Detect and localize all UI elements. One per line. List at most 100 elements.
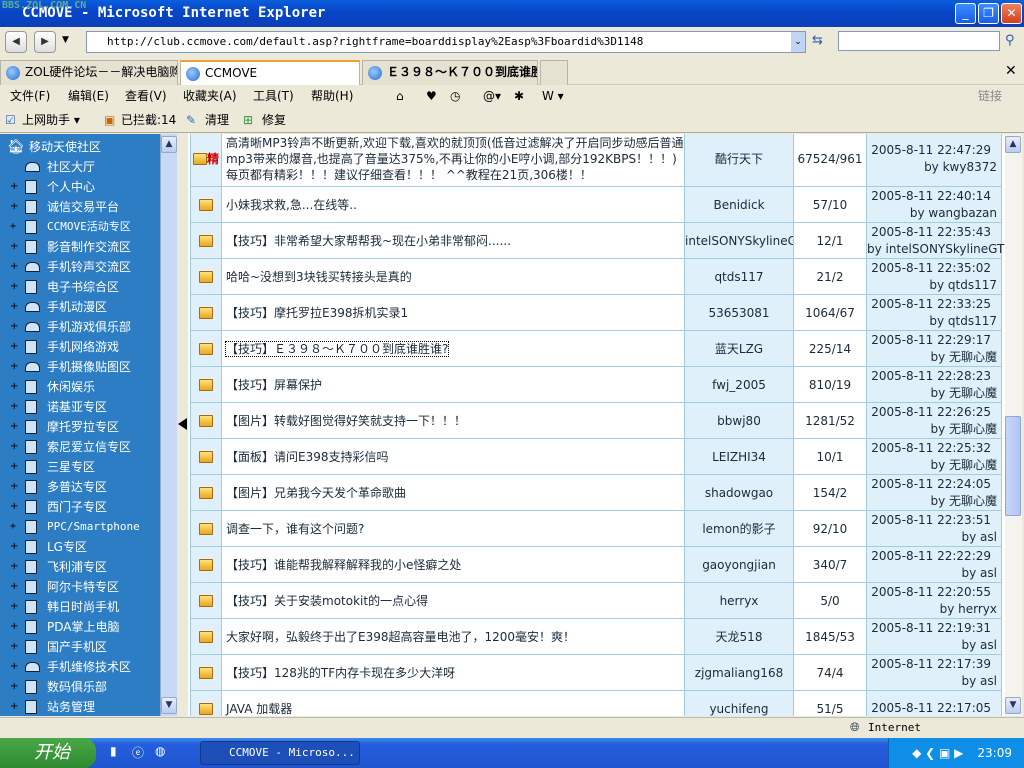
expand-icon[interactable]: +	[10, 357, 18, 377]
last-post-by[interactable]: by 无聊心魔	[867, 385, 997, 402]
topic-author[interactable]: Benidick	[713, 198, 764, 212]
last-post-by[interactable]: by 无聊心魔	[867, 457, 997, 474]
home-icon[interactable]: ⌂	[396, 86, 404, 106]
history-dropdown-icon[interactable]: ▼	[62, 35, 69, 45]
network-icon[interactable]: ◍	[155, 744, 165, 758]
topic-title-link[interactable]: 【技巧】Ｅ３９８～Ｋ７００到底谁胜谁?	[224, 340, 450, 357]
expand-icon[interactable]: +	[10, 657, 18, 677]
scroll-up-icon[interactable]: ▲	[1005, 136, 1021, 153]
expand-icon[interactable]: +	[10, 437, 18, 457]
expand-icon[interactable]: +	[10, 617, 18, 637]
last-post-by[interactable]: by 无聊心魔	[867, 493, 997, 510]
tab-ccmove[interactable]: CCMOVE	[180, 60, 360, 85]
topic-title-link[interactable]: 【技巧】谁能帮我解释解释我的小e怪癖之处	[226, 558, 461, 572]
topic-title-link[interactable]: 【面板】请问E398支持彩信吗	[226, 450, 389, 464]
minimize-button[interactable]: _	[955, 3, 976, 24]
scroll-down-icon[interactable]: ▼	[1005, 697, 1021, 714]
close-tab-icon[interactable]: ✕	[1005, 63, 1017, 79]
last-post-by[interactable]: by wangbazan	[867, 205, 997, 222]
expand-icon[interactable]: +	[10, 697, 18, 716]
expand-icon[interactable]: +	[10, 457, 18, 477]
blocked-count[interactable]: 已拦截:14	[121, 108, 176, 132]
expand-icon[interactable]: +	[10, 217, 18, 237]
expand-icon[interactable]: +	[10, 317, 18, 337]
expand-icon[interactable]: +	[10, 577, 18, 597]
topic-title-link[interactable]: 【图片】兄弟我今天发个革命歌曲	[226, 486, 406, 500]
expand-icon[interactable]: +	[10, 557, 18, 577]
tab-e398[interactable]: Ｅ３９８～Ｋ７００到底谁胜	[362, 60, 538, 85]
expand-icon[interactable]: +	[10, 677, 18, 697]
start-button[interactable]: 开始	[0, 738, 96, 768]
topic-author[interactable]: gaoyongjian	[702, 558, 776, 572]
mail-icon[interactable]: @▾	[483, 86, 501, 106]
search-input[interactable]	[838, 31, 1000, 51]
address-dropdown-icon[interactable]: ⌄	[791, 32, 805, 52]
ie-quicklaunch-icon[interactable]: ⓔ	[132, 744, 144, 761]
bug-icon[interactable]: ✱	[514, 86, 524, 106]
topic-author[interactable]: 53653081	[708, 306, 769, 320]
topic-author[interactable]: herryx	[720, 594, 759, 608]
desktop-icon[interactable]: ▮	[110, 744, 117, 758]
topic-title-link[interactable]: 高清晰MP3铃声不断更新,欢迎下载,喜欢的就顶顶(低音过滤解决了开启同步动感后普…	[226, 136, 684, 182]
expand-icon[interactable]: +	[10, 597, 18, 617]
sidebar-scrollbar[interactable]: ▲ ▼	[160, 134, 177, 716]
scroll-down-icon[interactable]: ▼	[161, 697, 177, 714]
scroll-thumb[interactable]	[1005, 416, 1021, 516]
topic-author[interactable]: shadowgao	[705, 486, 773, 500]
taskbar-item-ccmove[interactable]: CCMOVE - Microso...	[200, 741, 360, 765]
address-input[interactable]: http://club.ccmove.com/default.asp?right…	[86, 31, 806, 53]
topic-title-link[interactable]: JAVA 加载器	[226, 702, 292, 716]
topic-title-link[interactable]: 【技巧】屏幕保护	[226, 378, 322, 392]
expand-icon[interactable]: +	[10, 257, 18, 277]
last-post-by[interactable]: by asl	[867, 673, 997, 690]
expand-icon[interactable]: +	[10, 237, 18, 257]
last-post-by[interactable]: by asl	[867, 565, 997, 582]
topic-author[interactable]: bbwj80	[717, 414, 761, 428]
topic-author[interactable]: 天龙518	[716, 630, 763, 644]
history-icon[interactable]: ◷	[450, 86, 460, 106]
last-post-by[interactable]: by qtds117	[867, 277, 997, 294]
collapse-arrow-icon[interactable]	[178, 418, 187, 430]
last-post-by[interactable]: by qtds117	[867, 313, 997, 330]
scroll-up-icon[interactable]: ▲	[161, 136, 177, 153]
expand-icon[interactable]: +	[10, 277, 18, 297]
topic-title-link[interactable]: 【图片】转载好图觉得好笑就支持一下！！！	[226, 414, 466, 428]
expand-icon[interactable]: +	[10, 397, 18, 417]
favorites-icon[interactable]: ♥	[426, 86, 437, 106]
search-icon[interactable]: ⚲	[1005, 33, 1015, 48]
menu-file[interactable]: 文件(F)	[10, 86, 50, 106]
expand-icon[interactable]: +	[10, 377, 18, 397]
expand-icon[interactable]: +	[10, 537, 18, 557]
expand-icon[interactable]: +	[10, 517, 18, 537]
close-button[interactable]: ✕	[1001, 3, 1022, 24]
topic-title-link[interactable]: 大家好啊，弘毅终于出了E398超高容量电池了，1200毫安！爽！	[226, 630, 575, 644]
forward-button[interactable]: ▶	[34, 31, 56, 53]
last-post-by[interactable]: by intelSONYSkylineGT	[867, 241, 1004, 258]
last-post-by[interactable]: by herryx	[867, 601, 997, 618]
menu-edit[interactable]: 编辑(E)	[68, 86, 109, 106]
topic-title-link[interactable]: 【技巧】非常希望大家帮帮我~现在小弟非常郁闷......	[226, 234, 511, 248]
links-label[interactable]: 链接	[978, 86, 1002, 106]
topic-title-link[interactable]: 【技巧】关于安装motokit的一点心得	[226, 594, 428, 608]
topic-author[interactable]: 蓝天LZG	[715, 342, 763, 356]
topic-author[interactable]: fwj_2005	[712, 378, 766, 392]
last-post-by[interactable]: by 无聊心魔	[867, 421, 997, 438]
tab-zol[interactable]: ZOL硬件论坛－－解决电脑购	[0, 60, 178, 85]
word-icon[interactable]: W ▾	[542, 86, 564, 106]
new-tab-button[interactable]	[540, 60, 568, 85]
repair-button[interactable]: 修复	[262, 108, 286, 132]
topic-author[interactable]: LEIZHI34	[712, 450, 766, 464]
expand-icon[interactable]: +	[10, 297, 18, 317]
topic-author[interactable]: 酷行天下	[715, 152, 763, 166]
back-button[interactable]: ◀	[5, 31, 27, 53]
topic-title-link[interactable]: 【技巧】摩托罗拉E398拆机实录1	[226, 306, 408, 320]
topic-author[interactable]: qtds117	[714, 270, 763, 284]
last-post-by[interactable]: by asl	[867, 637, 997, 654]
expand-icon[interactable]: +	[10, 197, 18, 217]
clean-button[interactable]: 清理	[205, 108, 229, 132]
topic-title-link[interactable]: 小妹我求救,急...在线等..	[226, 198, 357, 212]
page-scrollbar[interactable]: ▲ ▼	[1005, 134, 1022, 716]
menu-view[interactable]: 查看(V)	[125, 86, 167, 106]
expand-icon[interactable]: +	[10, 497, 18, 517]
last-post-by[interactable]: by kwy8372	[867, 159, 997, 176]
